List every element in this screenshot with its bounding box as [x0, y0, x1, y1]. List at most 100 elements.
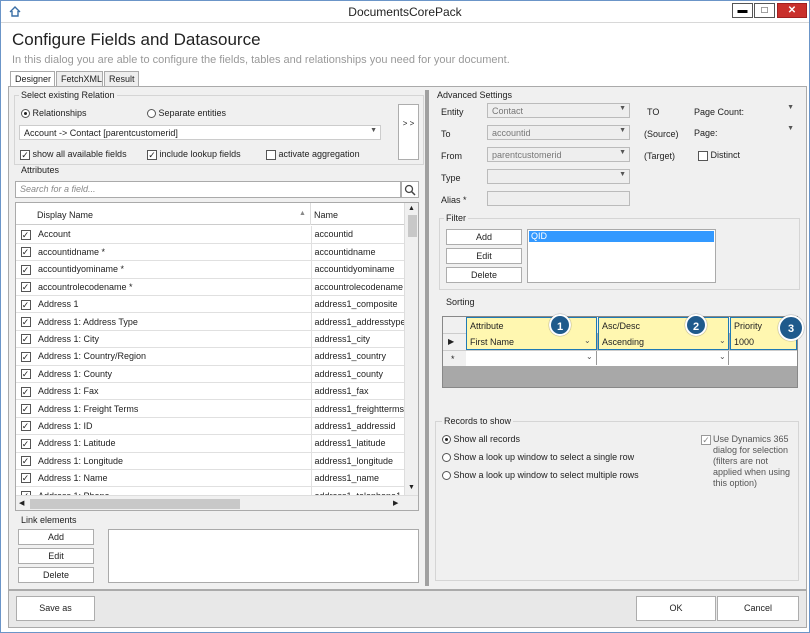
- column-header-name[interactable]: Name: [314, 210, 338, 220]
- table-row[interactable]: ✓ Address 1: City address1_city: [16, 330, 404, 349]
- page-count-select[interactable]: ▼: [783, 103, 797, 118]
- activate-aggregation-checkbox[interactable]: activate aggregation: [266, 149, 360, 160]
- display-name-cell[interactable]: Address 1: Latitude: [35, 434, 312, 453]
- multiple-rows-radio[interactable]: Show a look up window to select multiple…: [442, 470, 639, 481]
- row-checkbox[interactable]: ✓: [20, 229, 31, 240]
- cancel-button[interactable]: Cancel: [717, 596, 799, 621]
- new-row-ascdesc-cell[interactable]: [598, 351, 729, 365]
- display-name-cell[interactable]: accountidyominame *: [35, 260, 312, 279]
- table-row[interactable]: ✓ Address 1: ID address1_addressid: [16, 417, 404, 436]
- display-name-cell[interactable]: accountrolecodename *: [35, 278, 312, 297]
- name-cell[interactable]: accountidyominame: [311, 260, 404, 279]
- table-row[interactable]: ✓ Address 1: Freight Terms address1_freigh…: [16, 399, 404, 418]
- table-row[interactable]: ✓ Address 1: Fax address1_fax: [16, 382, 404, 401]
- table-row[interactable]: ✓ Address 1: Latitude address1_latitude: [16, 434, 404, 453]
- row-checkbox[interactable]: ✓: [20, 247, 31, 258]
- table-row[interactable]: ✓ Address 1: Longitude address1_longitude: [16, 452, 404, 470]
- name-cell[interactable]: address1_city: [311, 330, 404, 349]
- name-cell[interactable]: accountrolecodename: [311, 278, 404, 297]
- link-edit-button[interactable]: Edit: [18, 548, 94, 564]
- display-name-cell[interactable]: Account: [35, 226, 312, 244]
- include-lookup-checkbox[interactable]: ✓ include lookup fields: [147, 149, 241, 160]
- new-row-attribute-cell[interactable]: [466, 351, 597, 365]
- row-checkbox-cell[interactable]: ✓: [16, 469, 35, 488]
- attributes-horizontal-scrollbar[interactable]: ◀ ▶: [16, 495, 418, 510]
- display-name-cell[interactable]: Address 1: Address Type: [35, 312, 312, 331]
- row-checkbox[interactable]: ✓: [20, 334, 31, 345]
- tab-fetchxml[interactable]: FetchXML: [56, 71, 103, 86]
- name-cell[interactable]: address1_name: [311, 469, 404, 488]
- row-checkbox-cell[interactable]: ✓: [16, 243, 35, 262]
- filter-list[interactable]: QID: [527, 229, 716, 283]
- name-cell[interactable]: address1_freightterms: [311, 399, 404, 418]
- name-cell[interactable]: address1_addresstypec: [311, 312, 404, 331]
- table-row[interactable]: ✓ Address 1 address1_composite: [16, 295, 404, 314]
- table-row[interactable]: ✓ Account accountid: [16, 226, 404, 244]
- tab-designer[interactable]: Designer: [10, 71, 55, 87]
- row-checkbox[interactable]: ✓: [20, 369, 31, 380]
- separate-entities-radio[interactable]: Separate entities: [147, 108, 226, 119]
- search-button[interactable]: [401, 181, 419, 198]
- row-checkbox-cell[interactable]: ✓: [16, 295, 35, 314]
- filter-delete-button[interactable]: Delete: [446, 267, 522, 283]
- table-row[interactable]: ✓ accountidyominame * accountidyominame: [16, 260, 404, 279]
- sort-row-attribute[interactable]: First Name: [470, 337, 514, 347]
- show-all-records-radio[interactable]: Show all records: [442, 434, 520, 445]
- row-checkbox-cell[interactable]: ✓: [16, 382, 35, 401]
- row-checkbox-cell[interactable]: ✓: [16, 226, 35, 244]
- table-row[interactable]: ✓ Address 1: Name address1_name: [16, 469, 404, 488]
- close-button[interactable]: ✕: [777, 3, 807, 18]
- relation-select[interactable]: Account -> Contact [parentcustomerid] ▼: [19, 125, 381, 140]
- table-row[interactable]: ✓ accountrolecodename * accountrolecodenam…: [16, 278, 404, 297]
- row-checkbox[interactable]: ✓: [20, 421, 31, 432]
- link-delete-button[interactable]: Delete: [18, 567, 94, 583]
- show-all-fields-checkbox[interactable]: ✓ show all available fields: [20, 149, 127, 160]
- row-checkbox-cell[interactable]: ✓: [16, 417, 35, 436]
- display-name-cell[interactable]: accountidname *: [35, 243, 312, 262]
- row-checkbox[interactable]: ✓: [20, 299, 31, 310]
- row-checkbox-cell[interactable]: ✓: [16, 330, 35, 349]
- display-name-cell[interactable]: Address 1: Longitude: [35, 452, 312, 470]
- name-cell[interactable]: address1_county: [311, 365, 404, 384]
- row-checkbox-cell[interactable]: ✓: [16, 434, 35, 453]
- row-checkbox[interactable]: ✓: [20, 456, 31, 467]
- display-name-cell[interactable]: Address 1: Fax: [35, 382, 312, 401]
- horizontal-scrollbar-thumb[interactable]: [30, 499, 240, 509]
- link-add-button[interactable]: Add: [18, 529, 94, 545]
- chevron-down-icon[interactable]: ⌄: [586, 352, 593, 361]
- name-cell[interactable]: address1_latitude: [311, 434, 404, 453]
- row-checkbox[interactable]: ✓: [20, 351, 31, 362]
- row-checkbox[interactable]: ✓: [20, 438, 31, 449]
- ok-button[interactable]: OK: [636, 596, 716, 621]
- name-cell[interactable]: address1_addressid: [311, 417, 404, 436]
- tab-result[interactable]: Result: [104, 71, 139, 86]
- link-elements-list[interactable]: [108, 529, 419, 583]
- display-name-cell[interactable]: Address 1: City: [35, 330, 312, 349]
- sort-row-ascdesc[interactable]: Ascending: [602, 337, 644, 347]
- row-checkbox[interactable]: ✓: [20, 403, 31, 414]
- chevron-down-icon[interactable]: ⌄: [719, 352, 726, 361]
- display-name-cell[interactable]: Address 1: County: [35, 365, 312, 384]
- column-header-display-name[interactable]: Display Name: [37, 210, 93, 220]
- table-row[interactable]: ✓ accountidname * accountidname: [16, 243, 404, 262]
- name-cell[interactable]: address1_fax: [311, 382, 404, 401]
- sort-row-priority[interactable]: 1000: [734, 337, 754, 347]
- display-name-cell[interactable]: Address 1: Country/Region: [35, 347, 312, 366]
- name-cell[interactable]: accountid: [311, 226, 404, 244]
- row-checkbox[interactable]: ✓: [20, 473, 31, 484]
- name-cell[interactable]: address1_longitude: [311, 452, 404, 470]
- row-checkbox-cell[interactable]: ✓: [16, 260, 35, 279]
- table-row[interactable]: ✓ Address 1: Country/Region address1_count…: [16, 347, 404, 366]
- display-name-cell[interactable]: Address 1: ID: [35, 417, 312, 436]
- chevron-down-icon[interactable]: ⌄: [719, 336, 726, 345]
- row-checkbox-cell[interactable]: ✓: [16, 399, 35, 418]
- filter-add-button[interactable]: Add: [446, 229, 522, 245]
- row-checkbox-cell[interactable]: ✓: [16, 347, 35, 366]
- dynamics-dialog-checkbox[interactable]: ✓ Use Dynamics 365 dialog for selection …: [701, 434, 797, 488]
- add-relation-button[interactable]: > >: [398, 104, 419, 160]
- distinct-checkbox[interactable]: Distinct: [698, 150, 740, 161]
- display-name-cell[interactable]: Address 1: [35, 295, 312, 314]
- name-cell[interactable]: address1_composite: [311, 295, 404, 314]
- display-name-cell[interactable]: Address 1: Freight Terms: [35, 399, 312, 418]
- panel-splitter[interactable]: [425, 90, 429, 586]
